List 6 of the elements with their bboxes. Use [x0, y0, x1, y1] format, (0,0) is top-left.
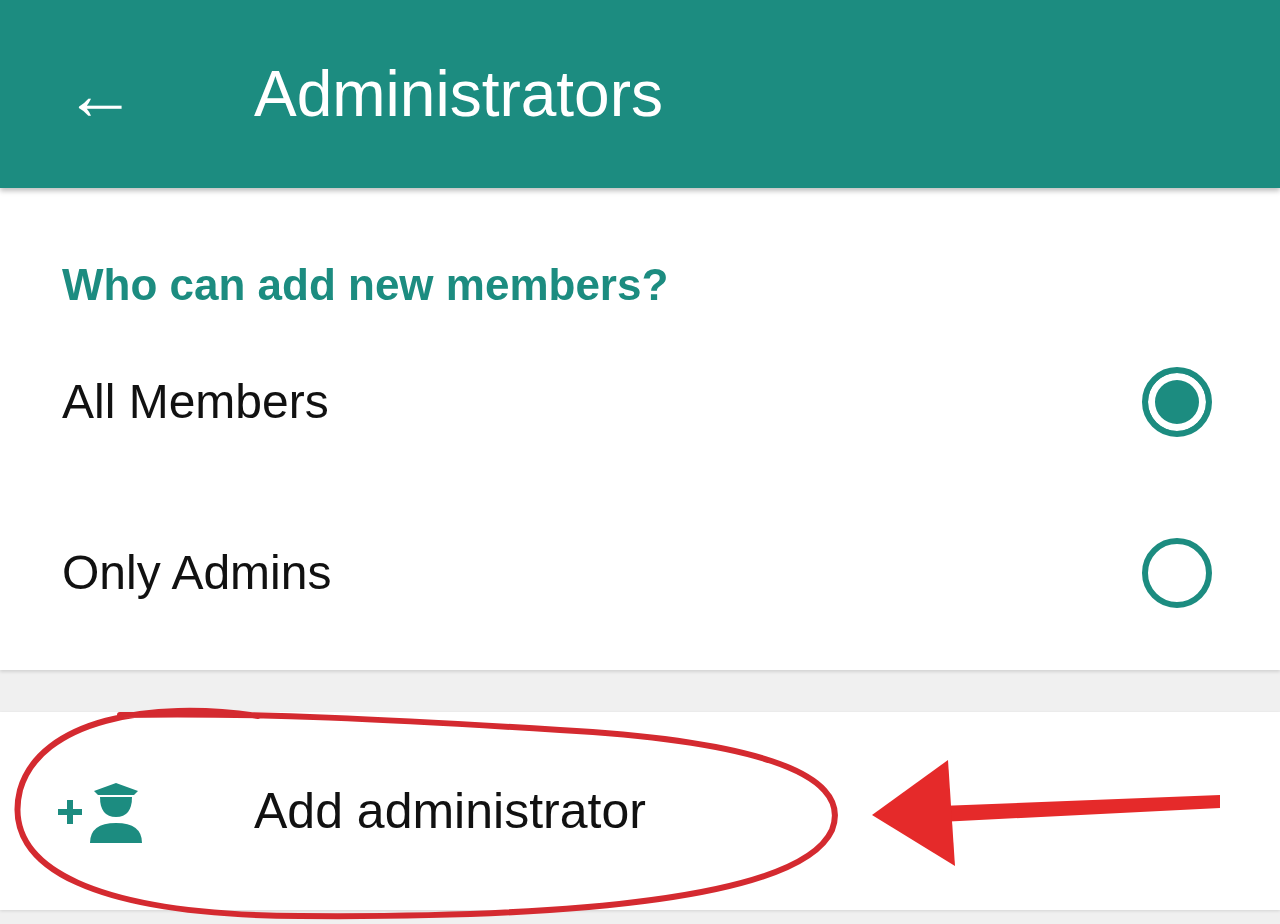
screen-title: Administrators	[254, 57, 663, 131]
option-label: All Members	[62, 374, 329, 429]
back-button[interactable]: ←	[64, 58, 136, 130]
add-administrator-button[interactable]: Add administrator	[254, 782, 646, 840]
section-heading: Who can add new members?	[62, 259, 670, 311]
option-label: Only Admins	[62, 545, 332, 600]
